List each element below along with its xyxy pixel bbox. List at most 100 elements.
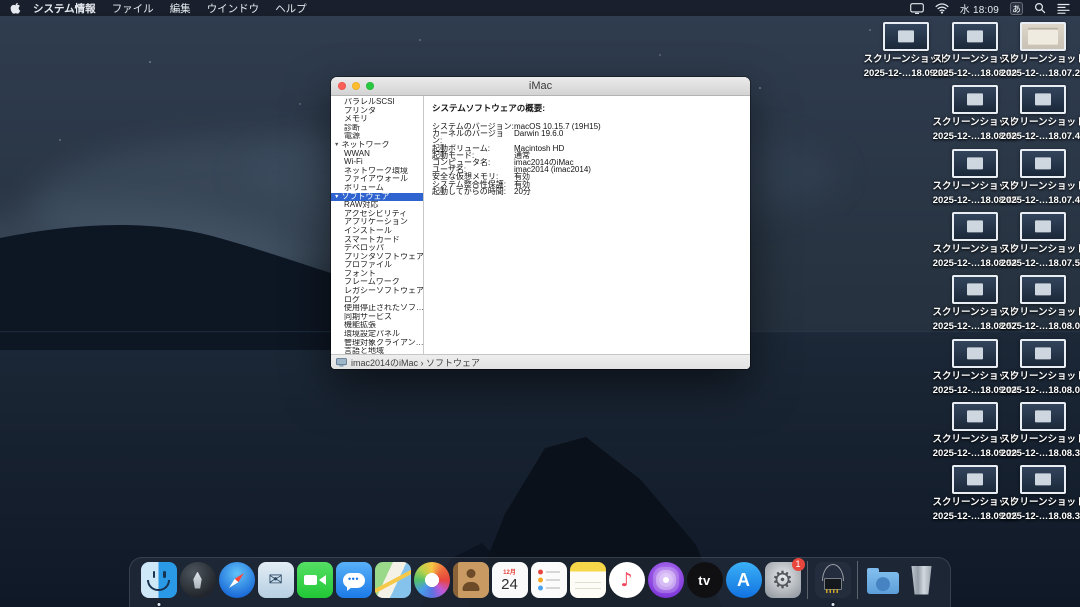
menubar-clock[interactable]: 水 18:09 (960, 1, 999, 16)
desktop-icon-label: 2025-12-…18.07.42 (1000, 131, 1080, 142)
sidebar-item[interactable]: 言語と地域 (331, 347, 423, 354)
display-mirroring-icon[interactable] (909, 2, 924, 14)
desktop-icon-screenshot[interactable]: スクリーンショット 2025-12-…18.09.25 (932, 465, 1018, 522)
dock-item-finder[interactable] (139, 561, 178, 606)
dock-item-launchpad[interactable] (178, 561, 217, 599)
sidebar-item[interactable]: 診断 (331, 124, 423, 133)
spotlight-icon[interactable] (1034, 2, 1046, 14)
desktop-icon-screenshot[interactable]: スクリーンショット 2025-12-…18.08.34 (1000, 465, 1080, 522)
dock-item-app-store[interactable]: A (724, 561, 763, 599)
running-indicator (831, 603, 834, 606)
dock-item-podcasts[interactable] (646, 561, 685, 599)
dock-item-system-preferences[interactable]: ⚙ 1 (763, 558, 805, 599)
sidebar-item[interactable]: フレームワーク (331, 278, 423, 287)
dock-item-contacts[interactable] (451, 561, 490, 599)
sidebar-item[interactable]: レガシーソフトウェア (331, 287, 423, 296)
desktop-icon-screenshot[interactable]: スクリーンショット 2025-12-…18.08.30 (1000, 402, 1080, 459)
sidebar-item[interactable]: 機能拡張 (331, 321, 423, 330)
desktop-icon-screenshot[interactable]: スクリーンショット 2025-12-…18.07.49 (1000, 149, 1080, 206)
desktop-icon-screenshot[interactable]: スクリーンショット 2025-12-…18.08.57 (932, 275, 1018, 332)
sidebar-item-label: プロファイル (344, 261, 392, 270)
dock-item-downloads-folder[interactable] (863, 561, 902, 599)
sidebar-item[interactable]: 環境設定パネル (331, 330, 423, 339)
menubar-menu-item[interactable]: ファイル (112, 3, 154, 15)
dock-item-safari[interactable] (217, 561, 256, 599)
wifi-icon[interactable] (935, 2, 949, 14)
dock-item-trash[interactable] (902, 561, 941, 599)
sidebar-item[interactable]: フォント (331, 270, 423, 279)
desktop-icon-screenshot[interactable]: スクリーンショット 2025-12-…18.08.50 (932, 85, 1018, 142)
sidebar-item[interactable]: パラレルSCSI (331, 98, 423, 107)
thumbnail-window (1035, 92, 1051, 105)
sidebar-item[interactable]: ログ (331, 296, 423, 305)
dock-item-mail[interactable]: ✉ (256, 561, 295, 599)
sidebar-item[interactable]: アプリケーション (331, 218, 423, 227)
menubar-menu-item[interactable]: ヘルプ (275, 3, 307, 15)
sidebar-item[interactable]: 管理対象クライアン… (331, 339, 423, 348)
disclosure-triangle-icon: ▼ (334, 141, 340, 148)
sidebar-item-label: ボリューム (344, 183, 384, 192)
sidebar-item[interactable]: ファイアウォール (331, 175, 423, 184)
sidebar-item[interactable]: 電源 (331, 132, 423, 141)
dock-item-calendar[interactable]: 12月 24 (490, 561, 529, 599)
desktop-icon-screenshot[interactable]: スクリーンショット 2025-12-…18.09.20 (932, 402, 1018, 459)
dock-item-music[interactable]: ♪ (607, 561, 646, 599)
menu-bar: システム情報 ファイル 編集 ウインドウ ヘルプ 水 18:09 あ (0, 0, 1080, 16)
dock-item-photos[interactable] (412, 561, 451, 599)
desktop-icon-screenshot[interactable]: スクリーンショット 2025-12-…18.08.40 (932, 22, 1018, 79)
desktop-icon-screenshot[interactable]: スクリーンショット 2025-12-…18.08.01 (1000, 275, 1080, 332)
overview-row: 起動してからの時間: 20分 (432, 187, 750, 195)
dock-item-system-information[interactable] (813, 561, 852, 606)
dock-item-facetime[interactable] (295, 561, 334, 599)
desktop-icon-label: 2025-12-…18.08.01 (1000, 321, 1080, 332)
overview-value: 有効 (514, 172, 530, 182)
desktop-icon-label: 2025-12-…18.07.49 (1000, 195, 1080, 206)
desktop-icon-screenshot[interactable]: スクリーンショット 2025-12-…18.08.45 (932, 149, 1018, 206)
desktop-icon-label: 2025-12-…18.07.29 (1000, 68, 1080, 79)
sidebar-item[interactable]: メモリ (331, 115, 423, 124)
photos-icon (413, 562, 450, 598)
maps-icon (374, 562, 411, 598)
sidebar-item[interactable]: アクセシビリティ (331, 210, 423, 219)
desktop-icon-screenshot[interactable]: スクリーンショット 2025-12-…18.09.28 (863, 22, 949, 79)
sidebar-item[interactable]: RAW対応 (331, 201, 423, 210)
sidebar-item[interactable]: スマートカード (331, 236, 423, 245)
screenshot-thumbnail (952, 465, 998, 494)
apple-menu[interactable] (10, 2, 21, 15)
app-menu-title[interactable]: システム情報 (33, 1, 96, 16)
desktop-icon-screenshot[interactable]: スクリーンショット 2025-12-…18.07.42 (1000, 85, 1080, 142)
dock-item-apple-tv[interactable]: tv (685, 561, 724, 599)
sidebar-item[interactable]: プロファイル (331, 261, 423, 270)
sidebar-item[interactable]: ボリューム (331, 184, 423, 193)
sidebar-group-header[interactable]: ▼ ネットワーク (331, 141, 423, 150)
sidebar-group-header[interactable]: ▼ ソフトウェア (331, 192, 423, 202)
sidebar-item[interactable]: 使用停止されたソフ… (331, 304, 423, 313)
sidebar-item-label: 言語と地域 (344, 347, 384, 354)
screenshot-thumbnail (952, 339, 998, 368)
sidebar-item[interactable]: プリンタソフトウェア (331, 253, 423, 262)
sidebar-item[interactable]: デベロッパ (331, 244, 423, 253)
input-source-icon[interactable]: あ (1010, 1, 1023, 15)
desktop-icon-screenshot[interactable]: スクリーンショット 2025-12-…18.07.52 (1000, 212, 1080, 269)
notification-center-icon[interactable] (1057, 3, 1070, 14)
music-icon: ♪ (608, 562, 645, 598)
sidebar-item[interactable]: Wi-Fi (331, 158, 423, 167)
desktop-icon-screenshot[interactable]: スクリーンショット 2025-12-…18.07.29 (1000, 22, 1080, 79)
sidebar-item[interactable]: インストール (331, 227, 423, 236)
desktop-icon-screenshot[interactable]: スクリーンショット 2025-12-…18.09.04 (932, 339, 1018, 396)
dock-item-notes[interactable] (568, 561, 607, 599)
sidebar-item[interactable]: 同期サービス (331, 313, 423, 322)
desktop-icon-screenshot[interactable]: スクリーンショット 2025-12-…18.08.04 (1000, 339, 1080, 396)
dock-item-messages[interactable]: ••• (334, 561, 373, 599)
sidebar-item[interactable]: ネットワーク環境 (331, 167, 423, 176)
dock-item-maps[interactable] (373, 561, 412, 599)
menubar-menu-item[interactable]: 編集 (170, 3, 191, 15)
dock-item-reminders[interactable] (529, 561, 568, 599)
window-titlebar[interactable]: iMac (331, 77, 750, 96)
menubar-menu-item[interactable]: ウインドウ (207, 3, 260, 15)
desktop-icon-screenshot[interactable]: スクリーンショット 2025-12-…18.08.54 (932, 212, 1018, 269)
sidebar-item-label: ネットワーク (341, 140, 390, 149)
screenshot-thumbnail (952, 85, 998, 114)
sidebar-item[interactable]: WWAN (331, 150, 423, 159)
sidebar-item[interactable]: プリンタ (331, 107, 423, 116)
